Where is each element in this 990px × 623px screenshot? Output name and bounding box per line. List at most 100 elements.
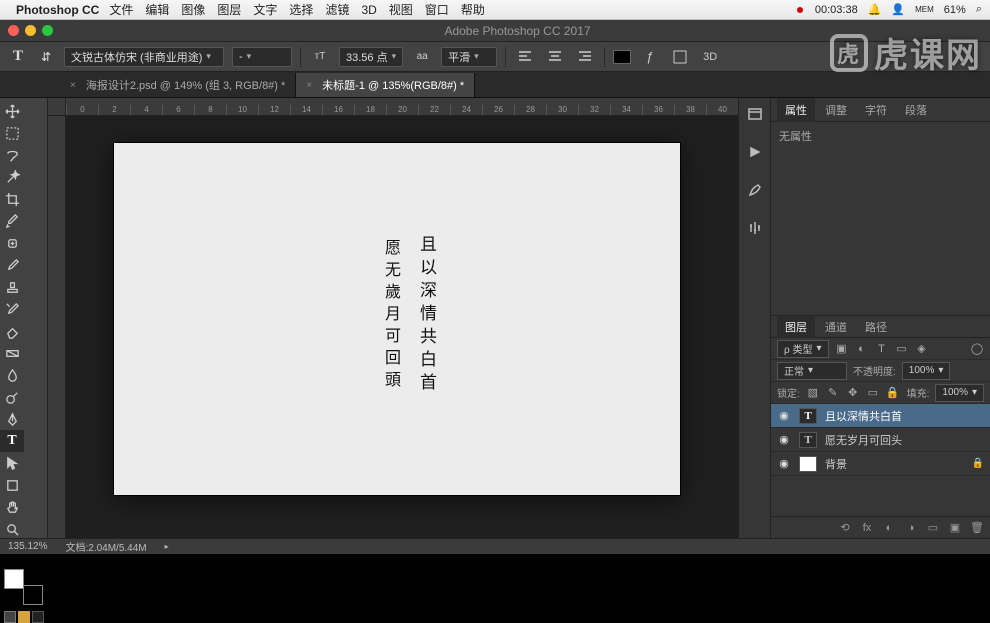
ruler-horizontal[interactable]: 0246810121416182022242628303234363840 <box>66 98 738 116</box>
visibility-icon[interactable]: ◉ <box>777 433 791 446</box>
bell-icon[interactable]: 🔔 <box>868 3 882 16</box>
layer-row[interactable]: ◉ T 且以深情共白首 <box>771 404 990 428</box>
crop-tool[interactable] <box>0 188 24 210</box>
menu-layer[interactable]: 图层 <box>217 1 241 18</box>
quickmask-row[interactable] <box>4 611 44 623</box>
mask-icon[interactable]: ◐ <box>882 521 896 535</box>
font-family-select[interactable]: 文锐古体仿宋 (非商业用途)▾ <box>64 47 224 67</box>
character-panel-icon[interactable] <box>669 46 691 68</box>
lock-artboard-icon[interactable]: ▭ <box>866 386 880 400</box>
visibility-icon[interactable]: ◉ <box>777 457 791 470</box>
lock-paint-icon[interactable]: ✎ <box>826 386 840 400</box>
tab-character[interactable]: 字符 <box>857 98 895 122</box>
tab-layers[interactable]: 图层 <box>777 316 815 338</box>
font-weight-select[interactable]: -▾ <box>232 47 292 67</box>
pen-tool[interactable] <box>0 408 24 430</box>
brushes-panel-icon[interactable] <box>745 180 765 200</box>
tab-properties[interactable]: 属性 <box>777 98 815 122</box>
menu-help[interactable]: 帮助 <box>461 1 485 18</box>
close-tab-icon[interactable]: × <box>306 80 312 91</box>
maximize-icon[interactable] <box>42 25 53 36</box>
fill-input[interactable]: 100%▾ <box>935 384 984 402</box>
opacity-input[interactable]: 100%▾ <box>902 362 951 380</box>
history-panel-icon[interactable] <box>745 104 765 124</box>
dodge-tool[interactable] <box>0 386 24 408</box>
type-tool-indicator[interactable]: T <box>8 47 28 67</box>
blend-mode-select[interactable]: 正常▾ <box>777 362 847 380</box>
link-layers-icon[interactable]: ⟲ <box>838 521 852 535</box>
background-swatch[interactable] <box>23 585 43 605</box>
blur-tool[interactable] <box>0 364 24 386</box>
filter-shape-icon[interactable]: ▭ <box>895 342 909 356</box>
doc-size-value[interactable]: 文档:2.04M/5.44M <box>65 539 146 554</box>
heal-tool[interactable] <box>0 232 24 254</box>
app-name[interactable]: Photoshop CC <box>16 3 99 17</box>
user-icon[interactable]: 👤 <box>891 3 905 16</box>
gradient-tool[interactable] <box>0 342 24 364</box>
lock-pos-icon[interactable]: ✥ <box>846 386 860 400</box>
menu-select[interactable]: 选择 <box>289 1 313 18</box>
foreground-swatch[interactable] <box>4 569 24 589</box>
fx-icon[interactable]: fx <box>860 521 874 535</box>
align-left-icon[interactable] <box>514 46 536 68</box>
wand-tool[interactable] <box>0 166 24 188</box>
canvas-text-line-2[interactable]: 愿无歲月可回頭 <box>378 239 402 393</box>
shape-tool[interactable] <box>0 474 24 496</box>
lock-trans-icon[interactable]: ▧ <box>806 386 820 400</box>
menu-3d[interactable]: 3D <box>361 3 376 17</box>
brush-tool[interactable] <box>0 254 24 276</box>
close-icon[interactable] <box>8 25 19 36</box>
new-layer-icon[interactable]: ▣ <box>948 521 962 535</box>
stamp-tool[interactable] <box>0 276 24 298</box>
menu-type[interactable]: 文字 <box>253 1 277 18</box>
tab-adjustments[interactable]: 调整 <box>817 98 855 122</box>
canvas-text-line-1[interactable]: 且以深情共白首 <box>414 235 439 396</box>
document-tab[interactable]: ×未标题-1 @ 135%(RGB/8#) * <box>296 73 475 97</box>
chevron-right-icon[interactable]: ▸ <box>165 542 169 551</box>
traffic-lights[interactable] <box>8 25 53 36</box>
filter-smart-icon[interactable]: ◈ <box>915 342 929 356</box>
zoom-tool[interactable] <box>0 518 24 540</box>
actions-panel-icon[interactable] <box>745 142 765 162</box>
move-tool[interactable] <box>0 100 24 122</box>
ruler-vertical[interactable] <box>48 116 66 538</box>
eyedropper-tool[interactable] <box>0 210 24 232</box>
spotlight-icon[interactable]: ⌕ <box>976 3 982 16</box>
tab-paths[interactable]: 路径 <box>857 316 895 338</box>
menu-image[interactable]: 图像 <box>181 1 205 18</box>
3d-button[interactable]: 3D <box>699 46 721 68</box>
text-color-swatch[interactable] <box>613 50 631 64</box>
adjustments-panel-icon[interactable] <box>745 218 765 238</box>
layer-row[interactable]: ◉ T 愿无岁月可回头 <box>771 428 990 452</box>
align-right-icon[interactable] <box>574 46 596 68</box>
minimize-icon[interactable] <box>25 25 36 36</box>
adjustment-layer-icon[interactable]: ◑ <box>904 521 918 535</box>
lasso-tool[interactable] <box>0 144 24 166</box>
menu-file[interactable]: 文件 <box>109 1 133 18</box>
layer-name[interactable]: 且以深情共白首 <box>825 408 902 424</box>
tab-paragraph[interactable]: 段落 <box>897 98 935 122</box>
group-icon[interactable]: ▭ <box>926 521 940 535</box>
type-tool[interactable]: T <box>0 430 24 452</box>
trash-icon[interactable]: 🗑 <box>970 521 984 535</box>
align-center-icon[interactable] <box>544 46 566 68</box>
marquee-tool[interactable] <box>0 122 24 144</box>
close-tab-icon[interactable]: × <box>70 80 76 91</box>
layer-name[interactable]: 背景 <box>825 456 847 472</box>
layer-name[interactable]: 愿无岁月可回头 <box>825 432 902 448</box>
filter-adj-icon[interactable]: ◐ <box>855 342 869 356</box>
menu-filter[interactable]: 滤镜 <box>325 1 349 18</box>
history-brush-tool[interactable] <box>0 298 24 320</box>
filter-image-icon[interactable]: ▣ <box>835 342 849 356</box>
menu-window[interactable]: 窗口 <box>425 1 449 18</box>
warp-text-icon[interactable]: ƒ <box>639 46 661 68</box>
menu-edit[interactable]: 编辑 <box>145 1 169 18</box>
zoom-value[interactable]: 135.12% <box>8 541 47 552</box>
tab-channels[interactable]: 通道 <box>817 316 855 338</box>
menu-view[interactable]: 视图 <box>389 1 413 18</box>
lock-all-icon[interactable]: 🔒 <box>886 386 900 400</box>
antialias-select[interactable]: 平滑▾ <box>441 47 497 67</box>
document-tab[interactable]: ×海报设计2.psd @ 149% (组 3, RGB/8#) * <box>60 73 296 97</box>
filter-type-icon[interactable]: T <box>875 342 889 356</box>
hand-tool[interactable] <box>0 496 24 518</box>
